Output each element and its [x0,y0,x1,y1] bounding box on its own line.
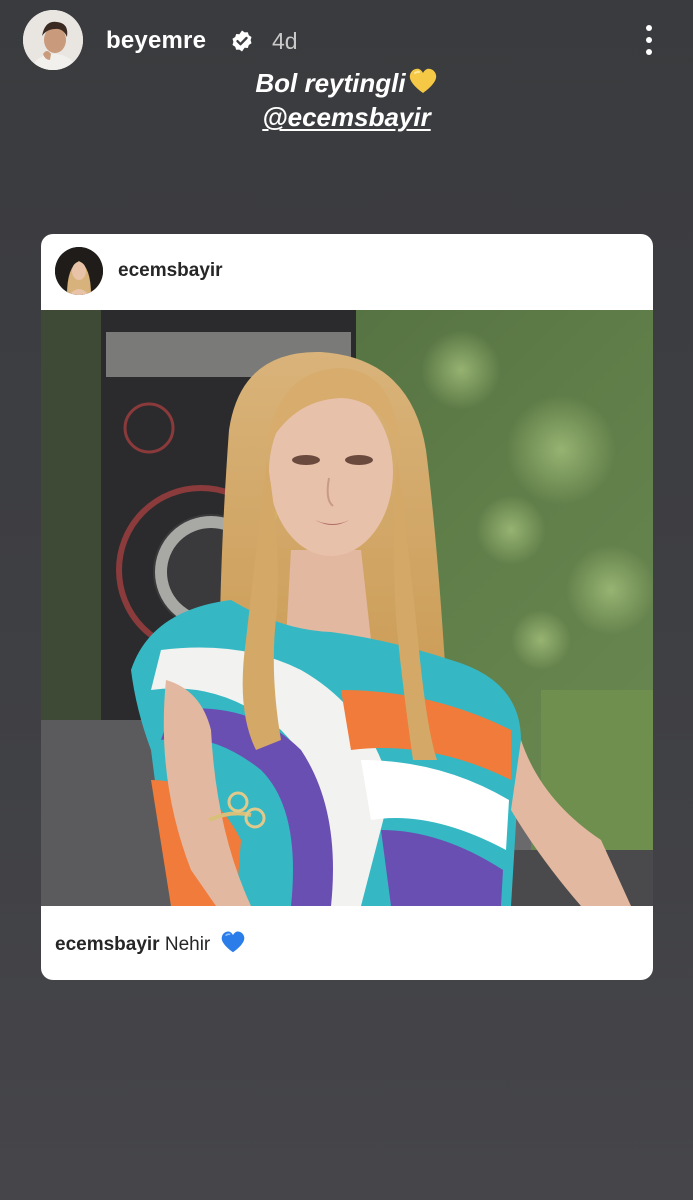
mention-link[interactable]: @ecemsbayir [0,100,693,134]
story-timestamp: 4d [272,28,298,54]
avatar-image [23,10,83,70]
post-caption-text: Nehir [164,934,211,955]
story-caption: Bol reytingli @ecemsbayir [0,66,693,134]
post-avatar-image [55,247,103,295]
post-photo[interactable] [41,310,653,906]
post-username[interactable]: ecemsbayir [118,260,223,282]
post-avatar[interactable] [55,247,103,295]
post-photo-illustration [41,310,653,906]
blue-heart-icon [221,931,244,953]
post-caption-username[interactable]: ecemsbayir [55,934,160,955]
post-caption: ecemsbayir Nehir [55,930,246,956]
more-options-icon[interactable] [634,20,664,60]
post-header: ecemsbayir [41,234,653,310]
yellow-heart-icon [409,68,436,93]
story-username[interactable]: beyemre [106,27,206,55]
caption-text: Bol reytingli [255,68,406,98]
shared-post-card[interactable]: ecemsbayir ecemsbayir Nehir [41,234,653,980]
avatar[interactable] [23,10,83,70]
verified-badge-icon [232,30,252,52]
caption-line: Bol reytingli [0,66,693,100]
